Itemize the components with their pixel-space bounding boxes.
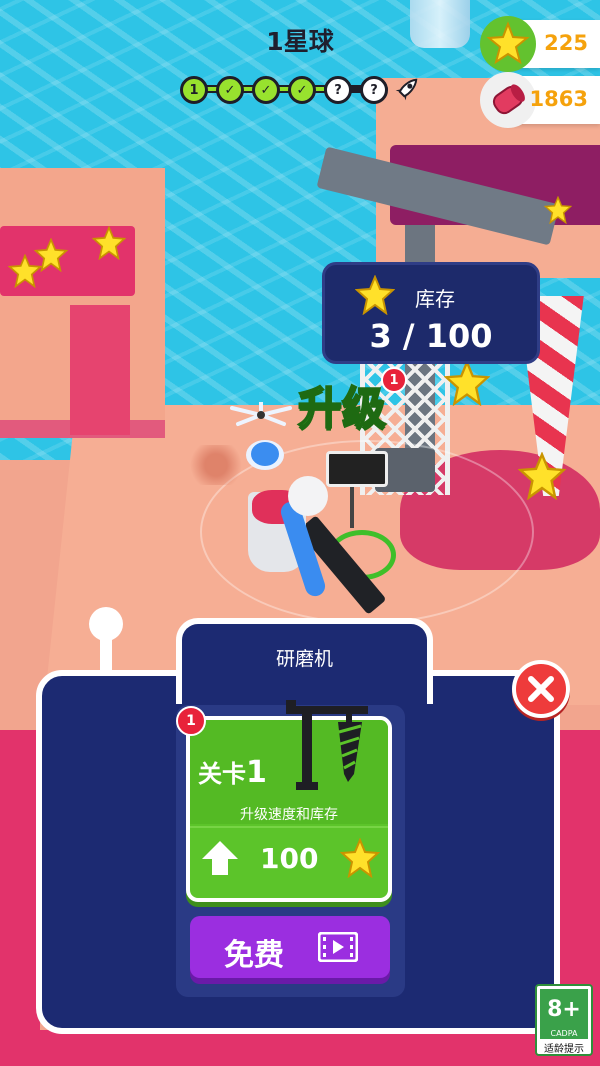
- panel-knob-stem: [100, 632, 112, 672]
- drone-rotor-icon: [230, 402, 292, 426]
- age-rating-caption: 适龄提示: [544, 1044, 584, 1055]
- star-icon: [444, 360, 490, 406]
- upgrade-notification-badge: 1: [381, 367, 407, 393]
- age-rating-org: CADPA: [540, 1029, 588, 1039]
- level-progress: 1 ✓ ✓ ✓ ? ?: [180, 74, 420, 104]
- left-rack-wall: [70, 305, 130, 435]
- star-icon: [92, 226, 126, 260]
- gem-counter[interactable]: 1863: [480, 72, 600, 128]
- paint-splat: [185, 445, 247, 485]
- card-level-number: 1: [246, 755, 267, 790]
- progress-node: ?: [360, 76, 388, 104]
- star-icon: [34, 238, 68, 272]
- star-counter-icon-bg: [480, 16, 536, 72]
- progress-node: 1: [180, 76, 208, 104]
- card-notification-badge: 1: [176, 706, 206, 736]
- age-rating: 8+: [540, 989, 588, 1031]
- bottom-rack: [0, 1030, 600, 1066]
- free-upgrade-button[interactable]: 免费: [190, 916, 390, 978]
- storage-popup: 库存 3 / 100: [322, 262, 540, 364]
- star-icon: [355, 275, 395, 315]
- upgrade-cost: 100: [260, 842, 319, 875]
- player-head: [288, 476, 328, 516]
- star-icon: [544, 196, 572, 224]
- progress-node: ✓: [288, 76, 316, 104]
- storage-amount: 3 / 100: [369, 317, 493, 355]
- rocket-icon: [395, 78, 418, 101]
- close-button[interactable]: [512, 660, 570, 718]
- star-count: 225: [544, 31, 588, 55]
- star-icon: [518, 452, 566, 500]
- level-title: 1星球: [266, 27, 334, 56]
- card-description: 升级速度和库存: [240, 807, 338, 823]
- sign-board: [326, 451, 388, 487]
- bottom-left-rack: [0, 730, 40, 1066]
- star-counter[interactable]: 225: [480, 16, 600, 72]
- free-button-label: 免费: [224, 938, 284, 973]
- up-arrow-icon: [202, 841, 238, 875]
- video-icon: [318, 932, 358, 962]
- star-icon: [486, 21, 530, 65]
- gem-counter-icon-bg: [480, 72, 536, 128]
- storage-label: 库存: [415, 287, 455, 311]
- card-divider: [190, 826, 388, 828]
- drill-machine-icon: [286, 700, 368, 790]
- progress-node: ?: [324, 76, 352, 104]
- gem-count: 1863: [529, 87, 588, 111]
- progress-node: ✓: [252, 76, 280, 104]
- star-icon: [340, 838, 380, 878]
- card-level: 关卡1: [198, 754, 267, 790]
- progress-node: ✓: [216, 76, 244, 104]
- close-icon: [528, 676, 554, 702]
- panel-title: 研磨机: [275, 648, 333, 670]
- gem-roll-icon: [492, 84, 525, 115]
- card-level-prefix: 关卡: [198, 760, 246, 788]
- age-rating-badge: 8+ CADPA 适龄提示: [535, 984, 593, 1056]
- drone-face: [251, 442, 279, 466]
- upgrade-floating-text[interactable]: 升级: [297, 372, 387, 436]
- water-tank: [410, 0, 470, 48]
